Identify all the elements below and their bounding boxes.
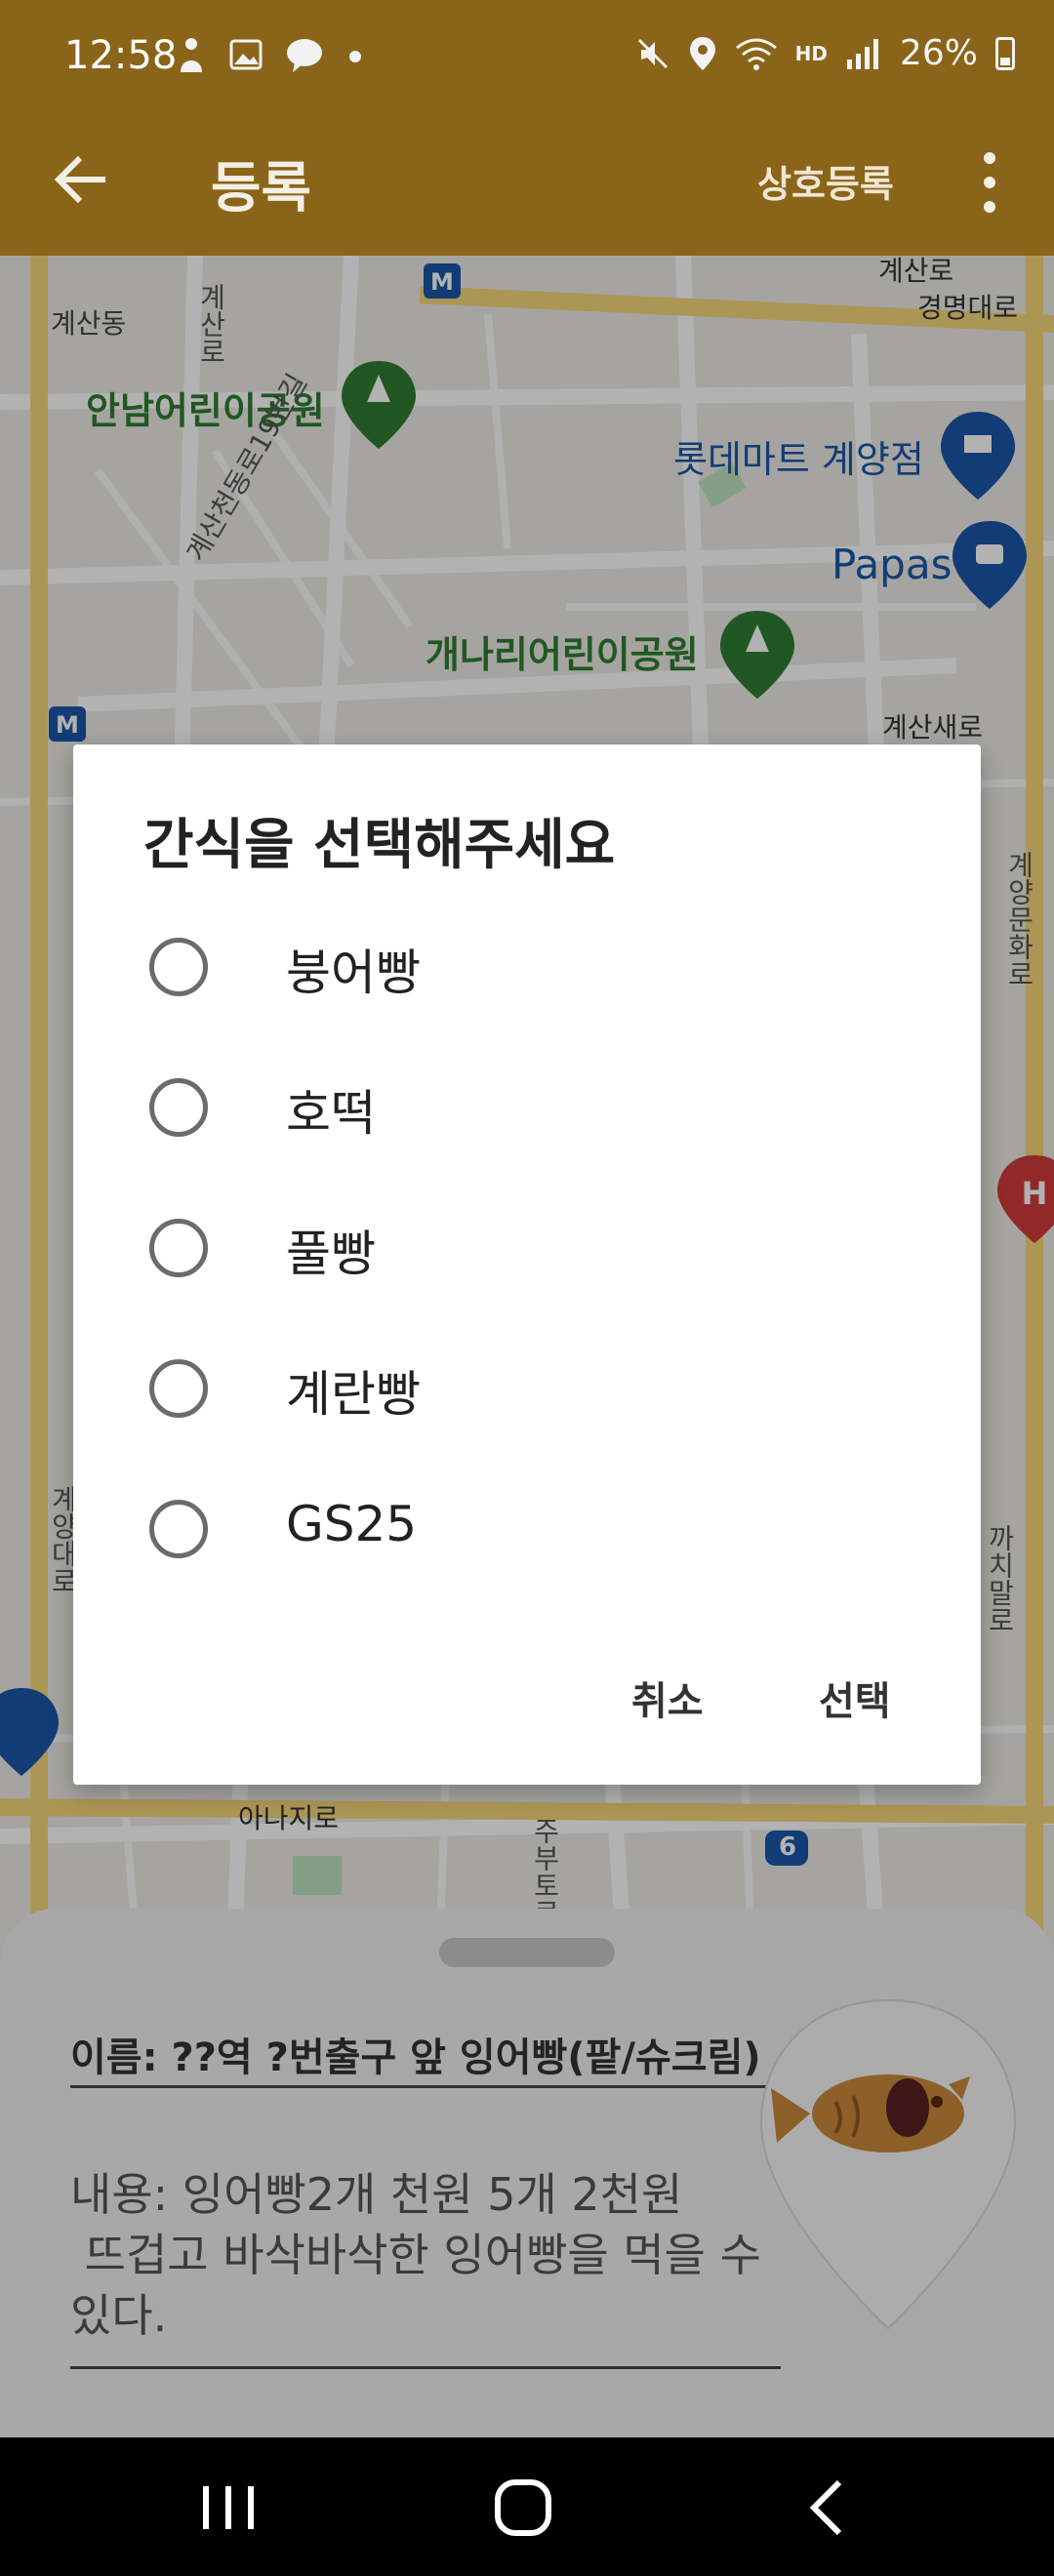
mute-icon [637,38,668,68]
option-label: 계란빵 [286,1366,421,1423]
option-label: 붕어빵 [286,945,421,1001]
page-title: 등록 [211,157,312,221]
location-icon [689,36,715,70]
person-icon [181,38,202,72]
screen: 12:58 HD 26% 등록 상호등록 M M H 계산동 안남어린이공원 롯… [0,0,1054,2576]
app-bar: 등록 상호등록 [0,115,1054,256]
system-nav-bar [0,2437,1054,2576]
more-options-icon[interactable] [976,148,1003,217]
talk-icon [287,39,322,72]
radio-button[interactable] [149,1359,208,1418]
option-label: 호떡 [286,1085,376,1142]
option-bungeoppang[interactable]: 붕어빵 [73,905,981,1031]
image-icon [229,39,263,70]
back-arrow-icon[interactable] [51,148,113,211]
wifi-icon [735,38,777,70]
status-time: 12:58 [64,33,178,78]
radio-button[interactable] [149,1500,208,1558]
hd-voice-label: HD [794,41,828,65]
option-pulppang[interactable]: 풀빵 [73,1186,981,1312]
battery-percent: 26% [899,33,978,73]
status-bar: 12:58 HD 26% [0,0,1054,115]
notification-icons [176,35,365,74]
option-gyeranppang[interactable]: 계란빵 [73,1326,981,1453]
mutual-register-button[interactable]: 상호등록 [757,154,894,208]
option-gs25[interactable]: GS25 [73,1467,981,1593]
signal-icon [846,38,878,69]
back-icon[interactable] [787,2476,865,2539]
option-label: GS25 [286,1496,418,1552]
dot-icon [349,51,361,62]
cancel-button[interactable]: 취소 [622,1662,713,1734]
option-hotteok[interactable]: 호떡 [73,1045,981,1172]
status-right: HD 26% [635,33,1015,73]
radio-button[interactable] [149,1219,208,1277]
confirm-select-button[interactable]: 선택 [809,1662,901,1734]
snack-select-dialog: 간식을 선택해주세요 붕어빵 호떡 풀빵 계란빵 GS25 취소 선택 [73,745,981,1785]
radio-button[interactable] [149,938,208,996]
home-icon[interactable] [484,2476,562,2539]
recent-apps-icon[interactable] [189,2476,267,2539]
radio-button[interactable] [149,1078,208,1137]
battery-icon [995,36,1015,70]
option-label: 풀빵 [286,1226,376,1282]
dialog-title: 간식을 선택해주세요 [143,814,616,877]
